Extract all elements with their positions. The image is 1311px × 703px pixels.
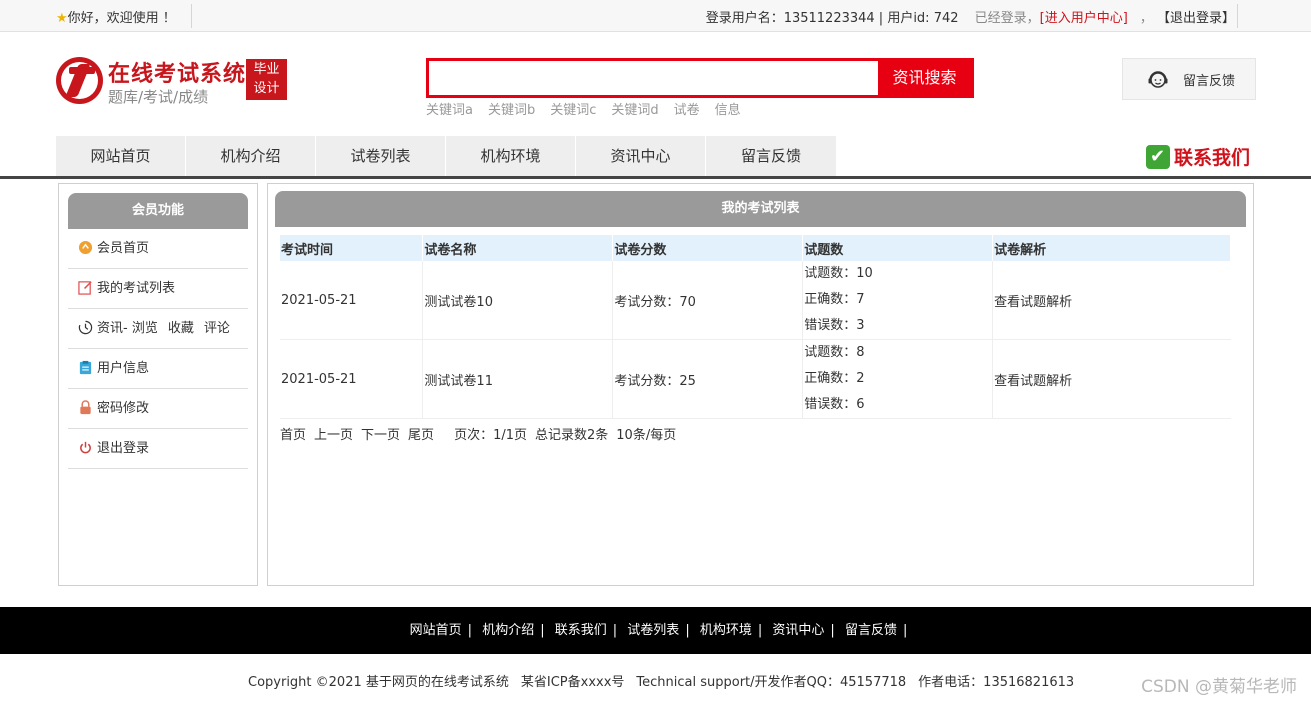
sidebar-title: 会员功能 — [68, 193, 248, 229]
logout-link[interactable]: 【退出登录】 — [1157, 11, 1235, 26]
sidebar-item-exam-list[interactable]: 我的考试列表 — [68, 269, 248, 309]
footer-link-about[interactable]: 机构介绍 — [482, 623, 534, 638]
exam-score: 考试分数：70 — [612, 261, 804, 340]
history-icon — [78, 320, 93, 335]
total-records: 总记录数2条 — [535, 428, 609, 443]
per-page: 10条/每页 — [616, 428, 677, 443]
keyword-link[interactable]: 试卷 — [674, 103, 700, 118]
sidebar-item-user-info[interactable]: 用户信息 — [68, 349, 248, 389]
welcome-text: ★你好，欢迎使用 ！ — [56, 11, 176, 26]
panel-title: 我的考试列表 — [275, 191, 1246, 227]
comments-link[interactable]: 评论 — [204, 321, 230, 336]
divider — [1237, 4, 1238, 28]
column-header: 考试时间 — [280, 235, 424, 261]
watermark: CSDN @黄菊华老师 — [1141, 677, 1297, 697]
page-info: 页次：1/1页 — [454, 428, 527, 443]
favorites-link[interactable]: 收藏 — [168, 321, 194, 336]
logged-in-text: 已经登录， — [974, 11, 1040, 26]
last-page-link[interactable]: 尾页 — [408, 428, 434, 443]
prev-page-link[interactable]: 上一页 — [314, 428, 353, 443]
edit-icon — [78, 281, 92, 295]
keyword-link[interactable]: 信息 — [715, 103, 741, 118]
top-bar: ★你好，欢迎使用 ！ 登录用户名：13511223344 | 用户id: 742… — [0, 0, 1311, 32]
exam-score: 考试分数：25 — [612, 339, 804, 419]
nav-item-feedback[interactable]: 留言反馈 — [706, 136, 836, 176]
view-analysis-link[interactable]: 查看试题解析 — [992, 339, 1231, 419]
check-icon — [1146, 144, 1170, 169]
customer-service-icon — [1148, 71, 1168, 88]
icp-number: 某省ICP备xxxx号 — [520, 675, 625, 690]
question-counts: 试题数：8 正确数：2 错误数：6 — [802, 339, 994, 419]
table-row: 2021-05-21 测试试卷11 考试分数：25 试题数：8 正确数：2 错误… — [280, 339, 1231, 419]
question-counts: 试题数：10 正确数：7 错误数：3 — [802, 261, 994, 340]
search-button[interactable]: 资讯搜索 — [878, 61, 971, 95]
footer-link-environment[interactable]: 机构环境 — [700, 623, 752, 638]
search-box: 资讯搜索 — [426, 58, 974, 98]
keyword-link[interactable]: 关键词b — [488, 103, 535, 118]
feedback-label: 留言反馈 — [1183, 74, 1236, 89]
sidebar-item-news[interactable]: 资讯- 浏览 收藏 评论 — [68, 309, 248, 349]
column-header: 试卷分数 — [612, 235, 804, 261]
keyword-link[interactable]: 关键词a — [426, 103, 473, 118]
user-center-link[interactable]: [进入用户中心] — [1040, 11, 1128, 26]
nav-item-about[interactable]: 机构介绍 — [186, 136, 316, 176]
sidebar-item-home[interactable]: 会员首页 — [68, 229, 248, 269]
column-header: 试题数 — [802, 235, 994, 261]
exam-time: 2021-05-21 — [280, 261, 424, 340]
sidebar-item-logout[interactable]: 退出登录 — [68, 429, 248, 469]
divider — [191, 4, 192, 28]
main-nav: 网站首页 机构介绍 试卷列表 机构环境 资讯中心 留言反馈 — [56, 136, 836, 176]
nav-item-papers[interactable]: 试卷列表 — [316, 136, 446, 176]
keyword-link[interactable]: 关键词c — [550, 103, 596, 118]
home-icon — [78, 240, 93, 255]
footer-link-papers[interactable]: 试卷列表 — [627, 623, 679, 638]
footer-link-home[interactable]: 网站首页 — [410, 623, 462, 638]
footer-link-contact[interactable]: 联系我们 — [555, 623, 607, 638]
pagination: 首页 上一页 下一页 尾页 页次：1/1页 总记录数2条 10条/每页 — [280, 424, 684, 443]
star-icon: ★ — [56, 11, 68, 26]
footer-link-feedback[interactable]: 留言反馈 — [845, 623, 897, 638]
nav-item-news[interactable]: 资讯中心 — [576, 136, 706, 176]
footer-link-news[interactable]: 资讯中心 — [772, 623, 824, 638]
copyright: Copyright ©2021 基于网页的在线考试系统 某省ICP备xxxx号 Te… — [248, 675, 1075, 690]
user-info: 登录用户名：13511223344 | 用户id: 742 — [705, 11, 959, 26]
nav-divider — [0, 176, 1311, 179]
author-phone: 作者电话：13516821613 — [918, 675, 1075, 690]
member-sidebar: 会员功能 会员首页 我的考试列表 资讯- 浏览 收藏 评论 用户信息 密码修改 退出… — [58, 183, 258, 586]
column-header: 试卷解析 — [992, 235, 1231, 261]
next-page-link[interactable]: 下一页 — [361, 428, 400, 443]
view-analysis-link[interactable]: 查看试题解析 — [992, 261, 1231, 340]
contact-us-link[interactable]: 联系我们 — [1146, 143, 1250, 170]
table-row: 2021-05-21 测试试卷10 考试分数：70 试题数：10 正确数：7 错… — [280, 261, 1231, 340]
graduation-badge: 毕业 设计 — [246, 59, 287, 100]
hot-keywords: 关键词a 关键词b 关键词c 关键词d 试卷 信息 — [426, 99, 756, 118]
lock-icon — [80, 400, 91, 415]
logo-title[interactable]: 在线考试系统 — [108, 56, 246, 88]
nav-item-environment[interactable]: 机构环境 — [446, 136, 576, 176]
exam-table: 考试时间 试卷名称 试卷分数 试题数 试卷解析 2021-05-21 测试试卷1… — [280, 235, 1231, 419]
main-panel: 我的考试列表 考试时间 试卷名称 试卷分数 试题数 试卷解析 2021-05-2… — [267, 183, 1254, 586]
logo-icon[interactable] — [56, 57, 103, 104]
table-header-row: 考试时间 试卷名称 试卷分数 试题数 试卷解析 — [280, 235, 1231, 261]
power-icon — [80, 441, 91, 454]
user-status: 登录用户名：13511223344 | 用户id: 742 已经登录，[进入用户… — [705, 11, 1235, 26]
sidebar-item-password[interactable]: 密码修改 — [68, 389, 248, 429]
paper-name: 测试试卷11 — [422, 339, 614, 419]
search-input[interactable] — [429, 61, 881, 95]
exam-time: 2021-05-21 — [280, 339, 424, 419]
support-info: Technical support/开发作者QQ：45157718 — [636, 675, 907, 690]
sidebar-menu: 会员首页 我的考试列表 资讯- 浏览 收藏 评论 用户信息 密码修改 退出登录 — [68, 229, 248, 469]
keyword-link[interactable]: 关键词d — [611, 103, 658, 118]
nav-item-home[interactable]: 网站首页 — [56, 136, 186, 176]
feedback-button[interactable]: 留言反馈 — [1122, 58, 1256, 100]
paper-name: 测试试卷10 — [422, 261, 614, 340]
first-page-link[interactable]: 首页 — [280, 428, 306, 443]
column-header: 试卷名称 — [422, 235, 614, 261]
logo-subtitle: 题库/考试/成绩 — [108, 88, 209, 106]
footer-nav: 网站首页 | 机构介绍 | 联系我们 | 试卷列表 | 机构环境 | 资讯中心 | 留言反馈… — [0, 607, 1311, 654]
clipboard-icon — [79, 360, 92, 375]
